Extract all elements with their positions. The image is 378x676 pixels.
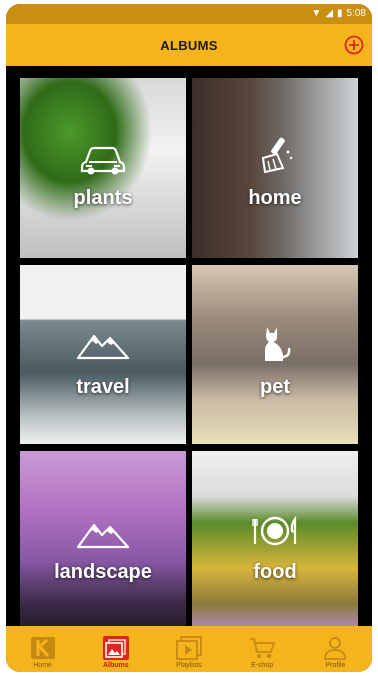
album-label: landscape — [54, 561, 152, 584]
phone-screen: ▼ ◢ ▮ 5:08 ALBUMS plants home travel pet… — [6, 4, 372, 672]
bottom-navigation: Home Albums Playlists E-shop Profile — [6, 626, 372, 672]
person-icon — [324, 637, 347, 660]
mountain-icon — [76, 524, 130, 549]
mountain-icon — [76, 334, 130, 359]
status-time: 5:08 — [346, 8, 366, 19]
add-album-button[interactable] — [342, 33, 366, 57]
nav-item-eshop[interactable]: E-shop — [232, 635, 292, 669]
album-tile-travel[interactable]: travel — [20, 264, 186, 445]
nav-item-profile[interactable]: Profile — [305, 635, 365, 669]
page-title: ALBUMS — [160, 37, 218, 53]
album-tile-landscape[interactable]: landscape — [20, 451, 186, 631]
album-grid: plants home travel pet landscape food — [20, 78, 358, 631]
nav-label: Home — [33, 662, 52, 669]
broom-icon — [261, 137, 293, 174]
album-tile-food[interactable]: food — [192, 451, 358, 631]
signal-icon: ◢ — [325, 8, 334, 19]
app-bar: ALBUMS — [6, 24, 372, 66]
kodak-logo-icon — [30, 637, 55, 659]
album-tile-pet[interactable]: pet — [192, 264, 358, 445]
plate-icon — [252, 516, 297, 546]
album-label: home — [248, 187, 302, 209]
cart-icon — [250, 638, 276, 658]
nav-item-playlists[interactable]: Playlists — [159, 635, 219, 669]
nav-label: E-shop — [251, 662, 274, 669]
playlist-icon — [176, 636, 202, 660]
albums-icon — [102, 636, 129, 660]
status-bar: ▼ ◢ ▮ 5:08 — [6, 4, 372, 24]
nav-item-home[interactable]: Home — [13, 635, 73, 669]
nav-label: Profile — [325, 662, 346, 669]
album-label: travel — [76, 375, 130, 398]
album-tile-home[interactable]: home — [192, 78, 358, 258]
nav-label: Playlists — [176, 662, 202, 669]
album-label: plants — [73, 187, 133, 209]
nav-label: Albums — [102, 662, 129, 669]
wifi-icon: ▼ — [311, 8, 322, 19]
album-label: food — [253, 561, 297, 584]
album-tile-plants[interactable]: plants — [20, 78, 186, 258]
nav-item-albums[interactable]: Albums — [86, 635, 146, 669]
album-label: pet — [260, 375, 290, 398]
car-icon — [80, 146, 126, 175]
plus-circle-icon — [344, 35, 364, 55]
battery-icon: ▮ — [337, 8, 343, 19]
cat-icon — [265, 326, 291, 361]
